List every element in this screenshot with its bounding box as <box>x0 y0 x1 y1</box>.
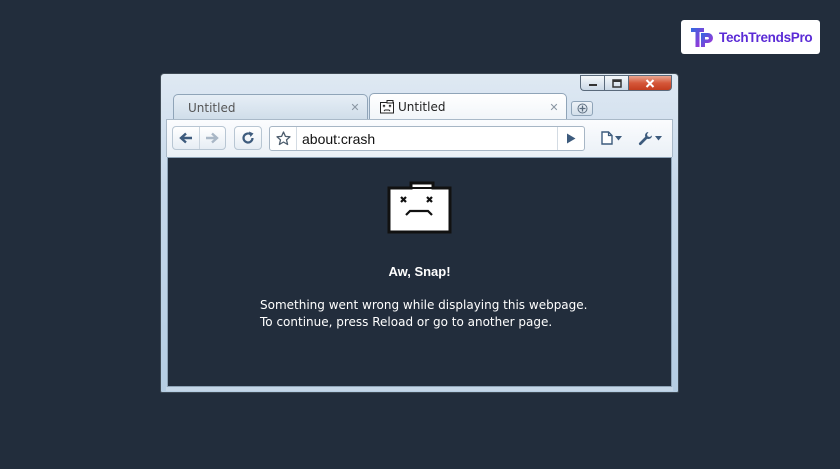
caption-buttons <box>580 75 672 92</box>
go-button[interactable] <box>557 127 584 150</box>
sad-folder-icon <box>387 181 452 234</box>
error-title: Aw, Snap! <box>388 264 451 279</box>
minimize-icon <box>588 84 597 86</box>
tab-label: Untitled <box>398 100 446 114</box>
address-bar[interactable]: about:crash <box>269 126 585 151</box>
window-bottom-frame <box>166 387 673 391</box>
close-button[interactable] <box>628 75 672 91</box>
tab-label: Untitled <box>188 100 236 115</box>
new-tab-button[interactable] <box>571 101 593 116</box>
tab-untitled-active[interactable]: Untitled ✕ <box>369 93 567 120</box>
sad-tab-icon <box>380 100 394 114</box>
chevron-down-icon <box>614 135 622 140</box>
error-message-line: To continue, press Reload or go to anoth… <box>260 315 553 329</box>
browser-toolbar: about:crash <box>166 119 673 157</box>
forward-button[interactable] <box>200 127 226 149</box>
tab-untitled-inactive[interactable]: Untitled ✕ <box>173 94 368 120</box>
arrow-right-icon <box>206 132 220 144</box>
maximize-button[interactable] <box>604 75 628 91</box>
techtrendspro-logo: TechTrendsPro <box>681 20 820 54</box>
nav-buttons <box>172 126 226 150</box>
tab-close-icon[interactable]: ✕ <box>347 101 363 114</box>
browser-window: Untitled ✕ Untitled ✕ about:crash Aw, Sn… <box>160 73 679 393</box>
tools-menu-button[interactable] <box>633 127 667 149</box>
page-content: Aw, Snap! Something went wrong while dis… <box>167 157 672 387</box>
back-button[interactable] <box>173 127 200 149</box>
plus-icon <box>577 103 587 114</box>
tab-close-icon[interactable]: ✕ <box>546 101 562 114</box>
arrow-left-icon <box>178 132 192 144</box>
close-icon <box>645 78 655 88</box>
reload-button[interactable] <box>234 126 262 150</box>
error-message-line: Something went wrong while displaying th… <box>260 298 588 312</box>
play-icon <box>567 133 576 144</box>
chevron-down-icon <box>655 135 662 140</box>
error-message: Something went wrong while displaying th… <box>260 297 587 331</box>
page-icon <box>600 131 613 145</box>
page-menu-button[interactable] <box>595 127 627 149</box>
maximize-icon <box>611 78 622 88</box>
bookmark-star-button[interactable] <box>270 127 297 150</box>
address-input[interactable]: about:crash <box>297 131 557 147</box>
brand-text: TechTrendsPro <box>719 29 813 45</box>
star-icon <box>275 131 291 146</box>
tp-logo-icon <box>691 28 713 47</box>
minimize-button[interactable] <box>580 75 604 91</box>
reload-icon <box>242 131 254 144</box>
wrench-icon <box>638 131 652 145</box>
